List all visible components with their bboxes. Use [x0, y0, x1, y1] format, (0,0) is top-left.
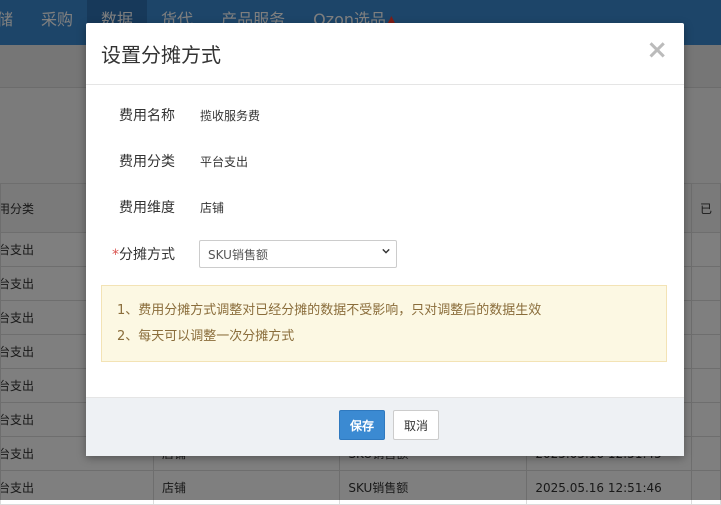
required-marker: *: [112, 247, 119, 263]
fee-category-label: 费用分类: [119, 154, 175, 170]
cancel-button[interactable]: 取消: [393, 410, 439, 440]
allocation-method-select[interactable]: SKU销售额: [199, 240, 397, 268]
save-button[interactable]: 保存: [339, 410, 385, 440]
dialog-header: 设置分摊方式 ×: [86, 23, 684, 85]
fee-dimension-value: 店铺: [200, 200, 225, 215]
fee-name-value: 揽收服务费: [200, 108, 261, 123]
fee-category-row: 费用分类 平台支出: [86, 146, 248, 176]
notice-line-1: 1、费用分摊方式调整对已经分摊的数据不受影响，只对调整后的数据生效: [117, 303, 542, 318]
fee-name-label: 费用名称: [119, 108, 175, 124]
close-icon[interactable]: ×: [646, 36, 668, 64]
allocation-method-row: *分摊方式 SKU销售额: [86, 239, 397, 269]
fee-dimension-row: 费用维度 店铺: [86, 192, 224, 222]
fee-dimension-label: 费用维度: [119, 200, 175, 216]
allocation-method-label: *分摊方式: [86, 244, 175, 264]
allocation-method-label-text: 分摊方式: [119, 247, 175, 263]
dialog-footer: 保存 取消: [86, 397, 684, 456]
chevron-down-icon: [382, 248, 390, 254]
notice-box: 1、费用分摊方式调整对已经分摊的数据不受影响，只对调整后的数据生效 2、每天可以…: [101, 285, 667, 362]
allocation-method-dialog: 设置分摊方式 × 费用名称 揽收服务费 费用分类 平台支出 费用维度 店铺 *分…: [86, 23, 684, 456]
dialog-title: 设置分摊方式: [101, 43, 221, 67]
notice-line-2: 2、每天可以调整一次分摊方式: [117, 329, 295, 344]
fee-category-value: 平台支出: [200, 154, 249, 169]
fee-name-row: 费用名称 揽收服务费: [86, 100, 260, 130]
allocation-method-selected: SKU销售额: [208, 247, 268, 262]
